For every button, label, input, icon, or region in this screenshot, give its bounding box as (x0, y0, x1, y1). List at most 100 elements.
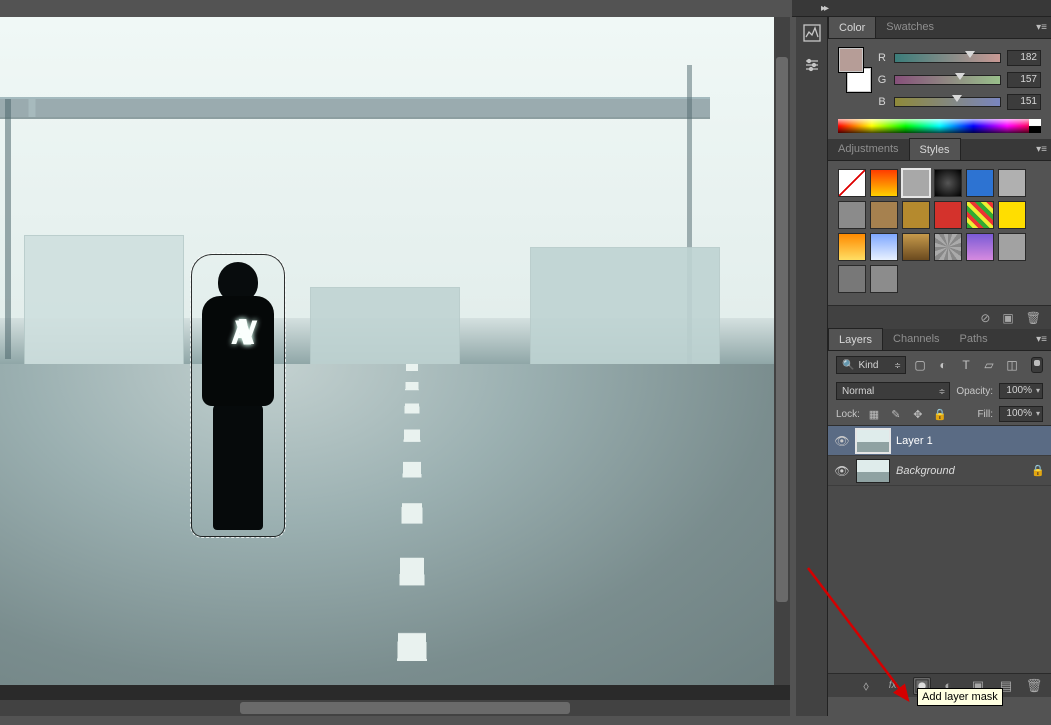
filter-image-icon[interactable]: ▢ (911, 357, 929, 373)
visibility-eye-icon[interactable]: 👁 (834, 464, 850, 478)
panel-flyout-icon[interactable]: ▾≡ (1036, 144, 1047, 155)
tab-swatches[interactable]: Swatches (876, 16, 944, 38)
marching-ants-selection (190, 253, 286, 538)
style-swatch[interactable] (902, 169, 930, 197)
no-style-icon[interactable]: ⊘ (980, 311, 990, 325)
layer-fx-icon[interactable]: fx. (885, 677, 903, 695)
lock-position-icon[interactable]: ✥ (910, 406, 926, 422)
green-value-field[interactable]: 157 (1007, 72, 1041, 88)
trash-icon[interactable]: 🗑 (1026, 311, 1041, 325)
color-panel-tabstrip: Color Swatches ▾≡ (828, 17, 1051, 39)
blend-mode-value: Normal (842, 386, 874, 397)
lock-pixels-icon[interactable]: ✎ (888, 406, 904, 422)
new-style-icon[interactable]: ▣ (1002, 311, 1013, 325)
style-swatch[interactable] (934, 233, 962, 261)
style-swatch[interactable] (902, 201, 930, 229)
panel-flyout-icon[interactable]: ▾≡ (1036, 334, 1047, 345)
tab-layers[interactable]: Layers (828, 328, 883, 350)
panel-collapse-bar[interactable]: ▸▸ (792, 0, 1051, 17)
lock-fill-row: Lock: ▦ ✎ ✥ 🔒 Fill: 100% (828, 403, 1051, 425)
filter-kind-select[interactable]: 🔍 Kind ≑ (836, 356, 906, 374)
layer-filter-row: 🔍 Kind ≑ ▢ ◐ T ▱ ◫ (828, 351, 1051, 379)
green-slider[interactable] (894, 75, 1001, 85)
style-swatch[interactable] (838, 265, 866, 293)
channel-label-r: R (876, 52, 888, 64)
tab-color[interactable]: Color (828, 16, 876, 38)
visibility-eye-icon[interactable]: 👁 (834, 434, 850, 448)
layer-row[interactable]: 👁Background🔒 (828, 456, 1051, 486)
style-swatch[interactable] (838, 201, 866, 229)
lock-transparent-icon[interactable]: ▦ (866, 406, 882, 422)
tab-adjustments[interactable]: Adjustments (828, 138, 909, 160)
document-canvas[interactable]: A\\V (0, 17, 780, 685)
canvas-pole (5, 99, 11, 359)
layer-thumbnail[interactable] (856, 429, 890, 453)
red-value-field[interactable]: 182 (1007, 50, 1041, 66)
style-swatch[interactable] (870, 169, 898, 197)
style-swatch[interactable] (934, 201, 962, 229)
style-swatch[interactable] (998, 233, 1026, 261)
canvas-horizontal-scrollbar[interactable] (0, 700, 790, 716)
layer-list: 👁Layer 1👁Background🔒 (828, 425, 1051, 673)
blend-opacity-row: Normal≑ Opacity: 100% (828, 379, 1051, 403)
slider-knob[interactable] (952, 95, 962, 102)
scrollbar-thumb[interactable] (240, 702, 570, 714)
right-panel-dock: Color Swatches ▾≡ R 182 G 157 (828, 17, 1051, 716)
filter-smartobj-icon[interactable]: ◫ (1003, 357, 1021, 373)
styles-panel (828, 161, 1051, 305)
lock-all-icon[interactable]: 🔒 (932, 406, 948, 422)
filter-type-icon[interactable]: T (957, 357, 975, 373)
channel-label-b: B (876, 96, 888, 108)
tab-paths[interactable]: Paths (950, 328, 998, 350)
filter-adjustment-icon[interactable]: ◐ (934, 357, 952, 373)
canvas-area: A\\V (0, 17, 790, 716)
style-swatch[interactable] (902, 233, 930, 261)
blend-mode-select[interactable]: Normal≑ (836, 382, 950, 400)
canvas-road (0, 364, 780, 685)
style-swatch[interactable] (998, 169, 1026, 197)
styles-panel-tabstrip: Adjustments Styles ▾≡ (828, 139, 1051, 161)
filter-shape-icon[interactable]: ▱ (980, 357, 998, 373)
filter-toggle[interactable] (1031, 357, 1043, 373)
collapse-chevron-icon[interactable]: ▸▸ (821, 3, 827, 14)
panel-flyout-icon[interactable]: ▾≡ (1036, 22, 1047, 33)
style-swatch[interactable] (838, 233, 866, 261)
properties-panel-icon[interactable] (796, 49, 828, 81)
slider-knob[interactable] (965, 51, 975, 58)
canvas-vertical-scrollbar[interactable] (774, 17, 790, 685)
style-swatch[interactable] (870, 265, 898, 293)
style-swatch[interactable] (998, 201, 1026, 229)
opacity-field[interactable]: 100% (999, 383, 1043, 399)
styles-panel-footer: ⊘ ▣ 🗑 (828, 305, 1051, 329)
style-swatch[interactable] (838, 169, 866, 197)
style-swatch[interactable] (966, 201, 994, 229)
fill-field[interactable]: 100% (999, 406, 1043, 422)
tab-channels[interactable]: Channels (883, 328, 949, 350)
link-layers-icon[interactable]: ⬨ (857, 677, 875, 695)
scrollbar-thumb[interactable] (776, 57, 788, 602)
tab-styles[interactable]: Styles (909, 138, 961, 160)
layer-thumbnail[interactable] (856, 459, 890, 483)
filter-kind-label: Kind (858, 360, 878, 371)
color-spectrum-ramp[interactable] (838, 119, 1041, 133)
red-slider[interactable] (894, 53, 1001, 63)
blue-value-field[interactable]: 151 (1007, 94, 1041, 110)
black-white-ramp[interactable] (1029, 119, 1041, 133)
canvas-building (24, 235, 184, 385)
style-swatch[interactable] (870, 201, 898, 229)
style-swatch[interactable] (966, 169, 994, 197)
layer-name[interactable]: Background (896, 465, 955, 477)
layer-row[interactable]: 👁 Layer 1 (828, 426, 1051, 456)
style-swatch[interactable] (966, 233, 994, 261)
canvas-gantry (0, 97, 710, 119)
foreground-background-swatch[interactable] (838, 47, 872, 93)
fill-label: Fill: (977, 409, 993, 420)
style-swatch[interactable] (870, 233, 898, 261)
blue-slider[interactable] (894, 97, 1001, 107)
layer-name[interactable]: Layer 1 (896, 435, 933, 447)
foreground-color-swatch[interactable] (838, 47, 864, 73)
delete-layer-icon[interactable]: 🗑 (1025, 677, 1043, 695)
style-swatch[interactable] (934, 169, 962, 197)
histogram-panel-icon[interactable] (796, 17, 828, 49)
slider-knob[interactable] (955, 73, 965, 80)
